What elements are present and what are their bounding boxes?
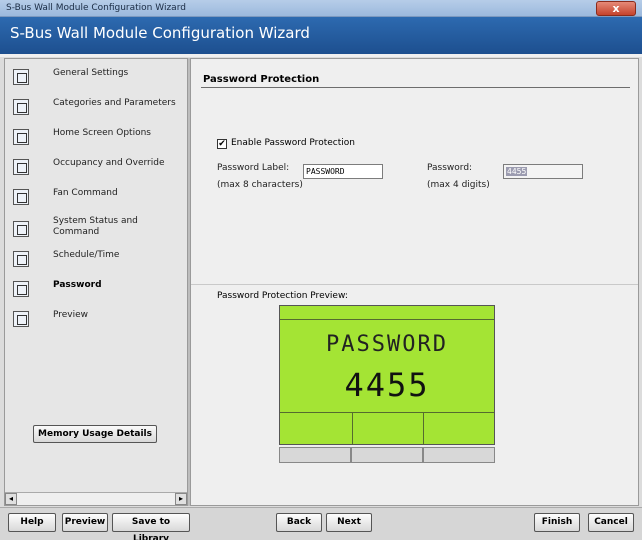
wizard-header: S-Bus Wall Module Configuration Wizard [0, 17, 642, 57]
lcd-top-bar [280, 306, 494, 320]
lcd-soft-key-area [280, 412, 494, 445]
sidebar-item-label: General Settings [53, 68, 129, 78]
next-button[interactable]: Next [326, 513, 372, 532]
password-input-value: 4455 [506, 167, 528, 176]
categories-icon [13, 99, 29, 115]
section-title: Password Protection [203, 74, 320, 85]
password-input[interactable]: 4455 [503, 164, 583, 179]
memory-usage-details-button[interactable]: Memory Usage Details [33, 425, 157, 443]
window-title: S-Bus Wall Module Configuration Wizard [6, 3, 186, 13]
enable-password-label: Enable Password Protection [231, 138, 355, 148]
schedule-icon [13, 251, 29, 267]
sidebar-item-label: Schedule/Time [53, 250, 120, 260]
sidebar-item-general-settings[interactable]: General Settings [5, 65, 187, 93]
preview-divider [191, 284, 638, 285]
soft-key-left[interactable] [279, 447, 351, 463]
sidebar: General Settings Categories and Paramete… [4, 58, 188, 506]
password-hint: (max 4 digits) [427, 180, 490, 190]
fan-icon [13, 189, 29, 205]
preview-title: Password Protection Preview: [217, 291, 348, 301]
wizard-title: S-Bus Wall Module Configuration Wizard [10, 24, 310, 42]
lcd-value-text: 4455 [344, 366, 430, 404]
sidebar-item-label: Fan Command [53, 188, 118, 198]
sidebar-item-label: Password [53, 280, 102, 290]
sidebar-item-categories[interactable]: Categories and Parameters [5, 95, 187, 123]
lcd-soft-key-zone [280, 413, 353, 445]
help-button[interactable]: Help [8, 513, 56, 532]
preview-button[interactable]: Preview [62, 513, 108, 532]
scroll-left-icon[interactable]: ◂ [5, 493, 17, 505]
password-icon [13, 281, 29, 297]
system-status-icon [13, 221, 29, 237]
sidebar-item-label: System Status and Command [53, 216, 138, 237]
sidebar-item-label: Preview [53, 310, 89, 320]
enable-password-checkbox[interactable]: ✔ [217, 139, 227, 149]
occupancy-icon [13, 159, 29, 175]
close-button[interactable]: x [596, 1, 636, 16]
password-label-caption: Password Label: [217, 163, 290, 173]
back-button[interactable]: Back [276, 513, 322, 532]
lcd-soft-key-zone [353, 413, 424, 445]
password-label-hint: (max 8 characters) [217, 180, 303, 190]
sidebar-item-password[interactable]: Password [5, 277, 187, 305]
section-divider [201, 87, 630, 88]
sidebar-item-fan-command[interactable]: Fan Command [5, 185, 187, 213]
cancel-button[interactable]: Cancel [588, 513, 634, 532]
sidebar-item-occupancy[interactable]: Occupancy and Override [5, 155, 187, 183]
content-panel: Password Protection ✔ Enable Password Pr… [190, 58, 639, 506]
scroll-right-icon[interactable]: ▸ [175, 493, 187, 505]
sidebar-item-label: Home Screen Options [53, 128, 151, 138]
password-caption: Password: [427, 163, 473, 173]
save-to-library-button[interactable]: Save to Library [112, 513, 190, 540]
password-label-input[interactable]: PASSWORD [303, 164, 383, 179]
lcd-preview: PASSWORD 4455 [279, 305, 495, 445]
footer-bar: Help Preview Save to Library Back Next F… [0, 507, 642, 540]
sidebar-item-label: Categories and Parameters [53, 98, 176, 108]
sidebar-item-system-status[interactable]: System Status and Command [5, 213, 187, 245]
general-settings-icon [13, 69, 29, 85]
close-icon: x [612, 2, 620, 15]
soft-key-middle[interactable] [351, 447, 423, 463]
sidebar-item-preview[interactable]: Preview [5, 307, 187, 335]
finish-button[interactable]: Finish [534, 513, 580, 532]
home-screen-icon [13, 129, 29, 145]
lcd-label-text: PASSWORD [326, 332, 448, 357]
soft-key-right[interactable] [423, 447, 495, 463]
sidebar-horizontal-scrollbar[interactable]: ◂ ▸ [5, 492, 187, 505]
window-titlebar: S-Bus Wall Module Configuration Wizard x [0, 0, 642, 17]
sidebar-item-home-screen[interactable]: Home Screen Options [5, 125, 187, 153]
preview-icon [13, 311, 29, 327]
sidebar-item-label: Occupancy and Override [53, 158, 165, 168]
sidebar-item-schedule[interactable]: Schedule/Time [5, 247, 187, 275]
